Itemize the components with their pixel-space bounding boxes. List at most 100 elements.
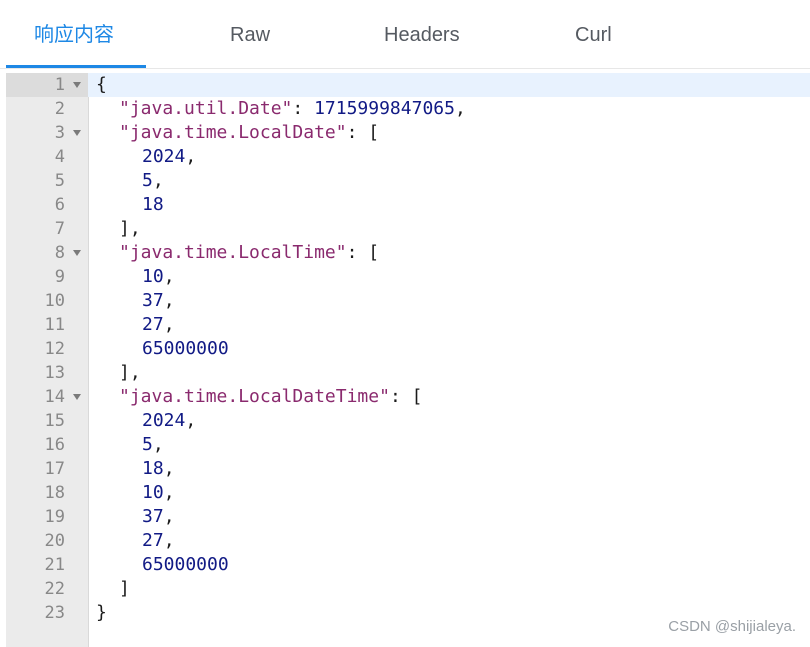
code-line: 9 10, bbox=[6, 265, 810, 289]
line-number: 1 bbox=[54, 75, 65, 95]
json-number: 1715999847065 bbox=[314, 98, 455, 119]
json-number: 2024 bbox=[142, 146, 186, 167]
line-number: 11 bbox=[44, 315, 65, 335]
line-number-cell: 18 bbox=[6, 481, 88, 505]
json-number: 2024 bbox=[142, 410, 186, 431]
json-punctuation: , bbox=[152, 170, 164, 191]
code-line: 21 65000000 bbox=[6, 553, 810, 577]
json-punctuation: , bbox=[152, 434, 164, 455]
fold-arrow-icon[interactable] bbox=[73, 82, 81, 88]
code-text: 2024, bbox=[96, 409, 196, 433]
line-number-cell: 17 bbox=[6, 457, 88, 481]
code-text: 10, bbox=[96, 481, 175, 505]
json-number: 65000000 bbox=[142, 338, 229, 359]
line-number-cell: 8 bbox=[6, 241, 88, 265]
code-text: ] bbox=[96, 577, 130, 601]
line-number: 20 bbox=[44, 531, 65, 551]
line-number-cell: 12 bbox=[6, 337, 88, 361]
json-punctuation: ], bbox=[119, 362, 141, 383]
line-number-cell: 9 bbox=[6, 265, 88, 289]
line-number: 16 bbox=[44, 435, 65, 455]
line-number-cell: 14 bbox=[6, 385, 88, 409]
code-line: 18 10, bbox=[6, 481, 810, 505]
json-punctuation: , bbox=[454, 98, 466, 119]
json-punctuation: , bbox=[163, 506, 175, 527]
code-line: 4 2024, bbox=[6, 145, 810, 169]
line-number-cell: 13 bbox=[6, 361, 88, 385]
json-punctuation: } bbox=[96, 602, 107, 623]
code-text: ], bbox=[96, 361, 141, 385]
code-text: 2024, bbox=[96, 145, 196, 169]
tab-response-body[interactable]: 响应内容 bbox=[34, 0, 114, 69]
line-number-cell: 5 bbox=[6, 169, 88, 193]
tab-curl[interactable]: Curl bbox=[575, 0, 612, 69]
code-line: 20 27, bbox=[6, 529, 810, 553]
code-line: 10 37, bbox=[6, 289, 810, 313]
line-number-cell: 3 bbox=[6, 121, 88, 145]
json-punctuation: , bbox=[163, 314, 175, 335]
line-number: 9 bbox=[54, 267, 65, 287]
line-number: 2 bbox=[54, 99, 65, 119]
json-punctuation: , bbox=[163, 482, 175, 503]
code-line: 11 27, bbox=[6, 313, 810, 337]
code-text: 37, bbox=[96, 289, 175, 313]
json-number: 5 bbox=[142, 434, 153, 455]
line-number-cell: 7 bbox=[6, 217, 88, 241]
json-punctuation: , bbox=[163, 530, 175, 551]
code-text: 65000000 bbox=[96, 337, 229, 361]
line-number-cell: 10 bbox=[6, 289, 88, 313]
code-text: 5, bbox=[96, 169, 164, 193]
line-number-cell: 11 bbox=[6, 313, 88, 337]
code-line: 14 "java.time.LocalDateTime": [ bbox=[6, 385, 810, 409]
fold-arrow-icon[interactable] bbox=[73, 250, 81, 256]
json-punctuation: , bbox=[163, 458, 175, 479]
line-number-cell: 2 bbox=[6, 97, 88, 121]
code-line: 3 "java.time.LocalDate": [ bbox=[6, 121, 810, 145]
json-code-editor[interactable]: 1 {2 "java.util.Date": 1715999847065, 3 "jav… bbox=[6, 73, 810, 647]
tab-raw[interactable]: Raw bbox=[230, 0, 270, 69]
line-number: 12 bbox=[44, 339, 65, 359]
json-punctuation: , bbox=[185, 410, 197, 431]
json-punctuation: ], bbox=[119, 218, 141, 239]
code-line: 5 5, bbox=[6, 169, 810, 193]
json-key: "java.time.LocalTime" bbox=[119, 242, 347, 263]
json-number: 5 bbox=[142, 170, 153, 191]
code-line: 13], bbox=[6, 361, 810, 385]
json-number: 18 bbox=[142, 458, 164, 479]
response-tabs: 响应内容 Raw Headers Curl bbox=[0, 0, 810, 69]
code-line: 16 5, bbox=[6, 433, 810, 457]
line-number: 5 bbox=[54, 171, 65, 191]
line-number: 18 bbox=[44, 483, 65, 503]
line-number-cell: 20 bbox=[6, 529, 88, 553]
line-number: 7 bbox=[54, 219, 65, 239]
code-text: { bbox=[96, 73, 107, 97]
line-number: 21 bbox=[44, 555, 65, 575]
json-key: "java.time.LocalDate" bbox=[119, 122, 347, 143]
json-punctuation: { bbox=[96, 74, 107, 95]
line-number-cell: 4 bbox=[6, 145, 88, 169]
line-number: 17 bbox=[44, 459, 65, 479]
code-line: 19 37, bbox=[6, 505, 810, 529]
json-number: 37 bbox=[142, 506, 164, 527]
code-line: 2 "java.util.Date": 1715999847065, bbox=[6, 97, 810, 121]
code-lines: 1 {2 "java.util.Date": 1715999847065, 3 "jav… bbox=[6, 73, 810, 625]
json-number: 27 bbox=[142, 530, 164, 551]
code-text: 18 bbox=[96, 193, 164, 217]
code-text: 10, bbox=[96, 265, 175, 289]
line-number: 3 bbox=[54, 123, 65, 143]
tabs-divider bbox=[0, 68, 810, 69]
code-text: } bbox=[96, 601, 107, 625]
line-number-cell: 22 bbox=[6, 577, 88, 601]
fold-arrow-icon[interactable] bbox=[73, 394, 81, 400]
tab-headers[interactable]: Headers bbox=[384, 0, 460, 69]
line-number: 22 bbox=[44, 579, 65, 599]
code-line: 22] bbox=[6, 577, 810, 601]
line-number: 23 bbox=[44, 603, 65, 623]
code-line: 12 65000000 bbox=[6, 337, 810, 361]
fold-arrow-icon[interactable] bbox=[73, 130, 81, 136]
line-number: 4 bbox=[54, 147, 65, 167]
line-number-cell: 6 bbox=[6, 193, 88, 217]
code-text: 65000000 bbox=[96, 553, 229, 577]
line-number: 6 bbox=[54, 195, 65, 215]
code-text: "java.time.LocalTime": [ bbox=[96, 241, 379, 265]
